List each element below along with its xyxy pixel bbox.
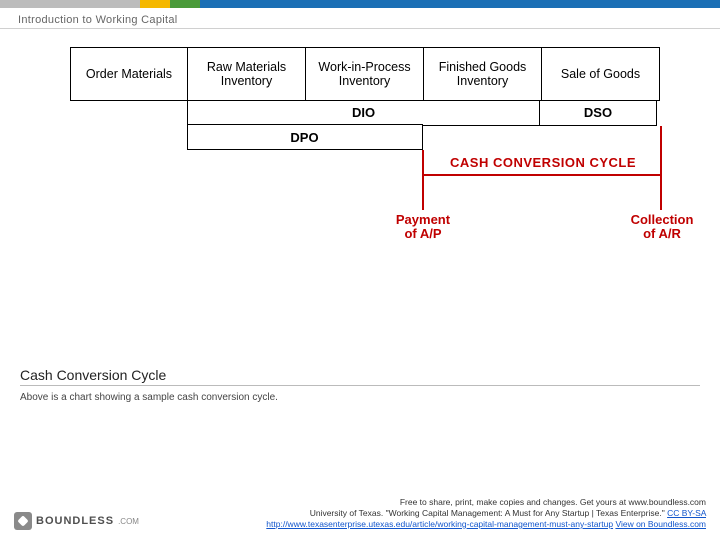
- process-stage-row: Order Materials Raw Materials Inventory …: [70, 47, 680, 101]
- footer: BOUNDLESS .COM Free to share, print, mak…: [0, 497, 720, 530]
- dso-metric: DSO: [539, 100, 657, 126]
- caption-title: Cash Conversion Cycle: [20, 367, 720, 383]
- ccc-label: CASH CONVERSION CYCLE: [450, 155, 636, 170]
- caption-description: Above is a chart showing a sample cash c…: [20, 392, 720, 403]
- dio-metric: DIO: [187, 100, 541, 126]
- collection-connector: [660, 126, 662, 210]
- view-on-boundless-link[interactable]: View on Boundless.com: [615, 519, 706, 529]
- logo-icon: [14, 512, 32, 530]
- slide-title: Introduction to Working Capital: [0, 8, 720, 29]
- logo-tld: .COM: [118, 517, 139, 526]
- stage-box: Work-in-Process Inventory: [306, 47, 424, 101]
- metric-row-1: DIO DSO: [70, 100, 680, 126]
- payment-label: Payment of A/P: [388, 213, 458, 242]
- stage-box: Order Materials: [70, 47, 188, 101]
- header-color-bar: [0, 0, 720, 8]
- stage-box: Sale of Goods: [542, 47, 660, 101]
- footer-credits: Free to share, print, make copies and ch…: [149, 497, 706, 530]
- credit-site-link[interactable]: www.boundless.com: [629, 497, 706, 507]
- payment-connector: [422, 150, 424, 210]
- boundless-logo: BOUNDLESS .COM: [14, 512, 139, 530]
- ccc-span-line: [422, 174, 662, 176]
- stage-box: Raw Materials Inventory: [188, 47, 306, 101]
- credit-free-text: Free to share, print, make copies and ch…: [400, 497, 629, 507]
- dpo-metric: DPO: [187, 124, 423, 150]
- caption-divider: [20, 385, 700, 386]
- logo-text: BOUNDLESS: [36, 515, 114, 527]
- credit-source: University of Texas. "Working Capital Ma…: [310, 508, 667, 518]
- source-url-link[interactable]: http://www.texasenterprise.utexas.edu/ar…: [266, 519, 613, 529]
- license-link[interactable]: CC BY-SA: [667, 508, 706, 518]
- metric-row-2: DPO: [70, 124, 680, 150]
- collection-label: Collection of A/R: [623, 213, 701, 242]
- stage-box: Finished Goods Inventory: [424, 47, 542, 101]
- cash-conversion-diagram: Order Materials Raw Materials Inventory …: [70, 47, 680, 307]
